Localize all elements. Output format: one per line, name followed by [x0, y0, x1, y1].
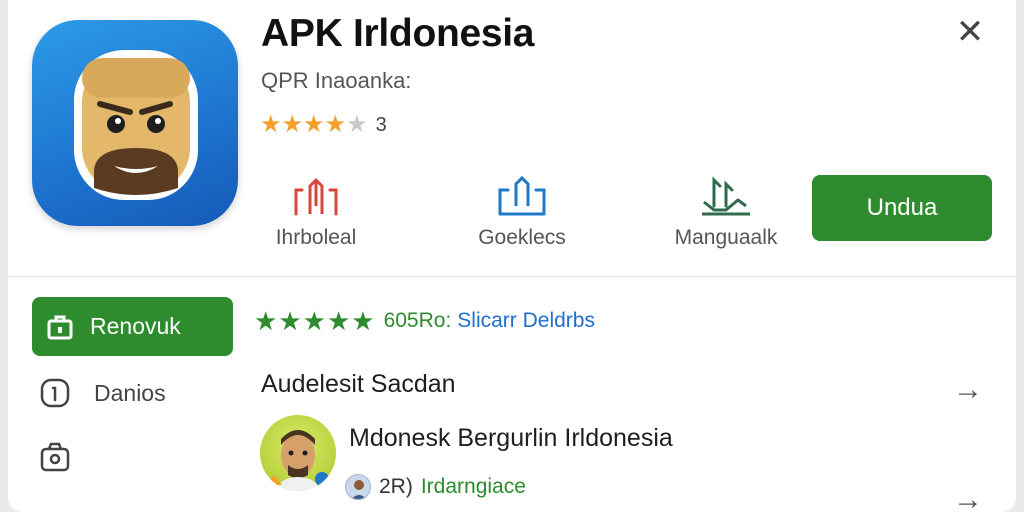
app-subtitle: QPR Inaoanka:	[261, 68, 412, 93]
review-summary: ★ ★ ★ ★ ★ 605Ro: Slicarr Deldrbs	[254, 306, 595, 336]
person-icon	[351, 480, 367, 499]
install-arrows-icon	[702, 176, 750, 216]
renew-label: Renovuk	[90, 313, 181, 339]
app-face-icon	[74, 50, 198, 200]
rating-count: 3	[375, 113, 387, 136]
star-icon: ★	[260, 111, 282, 138]
green-star-icon: ★	[351, 306, 375, 336]
green-star-icon: ★	[254, 306, 278, 336]
section-title: Audelesit Sacdan	[261, 370, 456, 398]
app-icon	[32, 20, 238, 226]
arrow-right-icon[interactable]: →	[950, 482, 986, 512]
rating-row: ★ ★ ★ ★ ★ 3	[260, 112, 387, 138]
half-star-icon: ★	[346, 111, 368, 138]
mini-avatar	[345, 474, 371, 500]
green-star-icon: ★	[302, 306, 326, 336]
stat-installs: Manguaalk	[636, 176, 816, 256]
download-count-icon	[294, 178, 338, 216]
app-detail-card: APK Irldonesia QPR Inaoanka: ★ ★ ★ ★ ★ 3…	[8, 0, 1016, 512]
stat-label: Manguaalk	[674, 226, 778, 249]
stat-label: Goeklecs	[478, 226, 566, 249]
review-score: 605Ro:	[383, 309, 452, 332]
developer-count: 2R)	[379, 475, 413, 498]
arrow-right-icon[interactable]: →	[950, 372, 986, 408]
developer-face-icon	[266, 430, 329, 491]
star-icon: ★	[324, 111, 347, 138]
green-star-icon: ★	[278, 306, 302, 336]
star-icon: ★	[303, 111, 325, 138]
sidebar-item-camera[interactable]	[38, 440, 72, 474]
renew-button[interactable]: Renovuk	[32, 297, 233, 356]
developer-avatar	[260, 415, 336, 491]
stat-uploads: Goeklecs	[432, 176, 612, 256]
stat-downloads: Ihrboleal	[226, 176, 406, 256]
section-divider	[8, 276, 1016, 277]
green-star-icon: ★	[326, 306, 351, 336]
developer-meta: 2R) Irdarngiace	[345, 472, 526, 502]
upload-arrows-icon	[498, 176, 546, 216]
app-title: APK Irldonesia	[261, 12, 535, 55]
download-button[interactable]: Undua	[812, 175, 992, 241]
developer-tag[interactable]: Irdarngiace	[421, 475, 526, 499]
sidebar-item-label: Danios	[94, 379, 166, 406]
briefcase-icon	[47, 315, 73, 339]
info-icon	[40, 378, 70, 408]
star-icon: ★	[281, 111, 304, 138]
developer-name: Mdonesk Bergurlin Irldonesia	[349, 424, 673, 452]
sidebar-item-details[interactable]: Danios	[38, 376, 166, 410]
camera-icon	[40, 442, 70, 472]
review-link[interactable]: Slicarr Deldrbs	[457, 309, 595, 333]
close-icon[interactable]: ✕	[952, 14, 988, 50]
stat-label: Ihrboleal	[275, 226, 357, 249]
